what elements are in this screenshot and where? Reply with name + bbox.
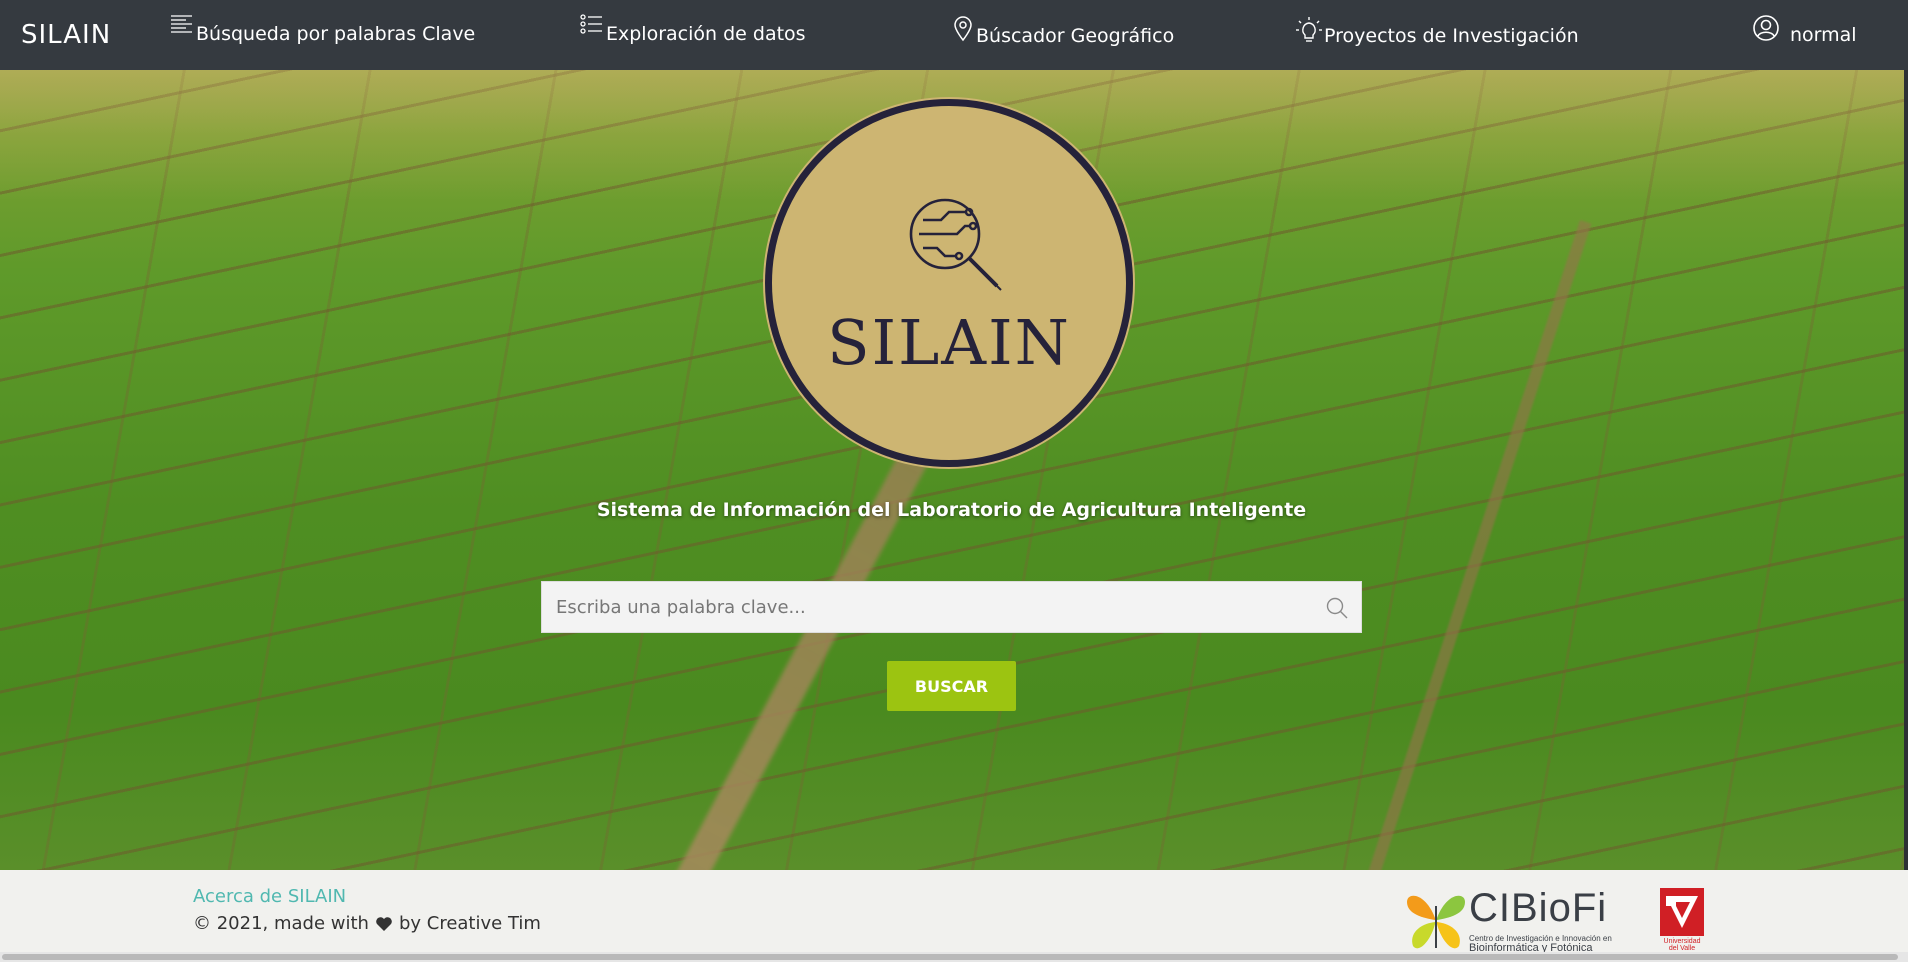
user-name: normal: [1790, 24, 1857, 46]
logo-wordmark: SILAIN: [827, 306, 1071, 379]
user-menu[interactable]: normal: [1752, 14, 1857, 54]
brand-logo-link[interactable]: SILAIN: [21, 20, 111, 50]
footer: Acerca de SILAIN © 2021, made with by Cr…: [0, 870, 1908, 962]
nav-data-exploration-label: Exploración de datos: [606, 23, 806, 45]
search-icon[interactable]: [1325, 596, 1349, 624]
copyright: © 2021, made with by Creative Tim: [193, 913, 541, 934]
univalle-name-1: Universidad: [1663, 938, 1701, 945]
search-box: [541, 581, 1362, 633]
list-icon: [580, 14, 604, 54]
heart-icon: [375, 916, 393, 932]
univalle-emblem-icon: [1660, 888, 1704, 940]
magnifier-circuit-icon: [907, 196, 1007, 300]
about-link[interactable]: Acerca de SILAIN: [193, 886, 346, 907]
site-subtitle: Sistema de Información del Laboratorio d…: [596, 499, 1307, 521]
copyright-prefix: © 2021, made with: [193, 913, 369, 934]
user-circle-icon: [1752, 14, 1780, 54]
cibiofi-name: CIBioFi: [1469, 886, 1608, 930]
nav-geo-search-label: Búscador Geográfico: [976, 25, 1175, 47]
nav-keyword-search-label: Búsqueda por palabras Clave: [196, 23, 476, 45]
lightbulb-icon: [1296, 16, 1322, 56]
silain-logo: SILAIN: [765, 99, 1133, 467]
horizontal-scrollbar-thumb[interactable]: [2, 954, 1898, 960]
univalle-logo: Universidad del Valle: [1658, 888, 1706, 952]
nav-research-projects-label: Proyectos de Investigación: [1324, 25, 1579, 47]
horizontal-scrollbar[interactable]: [0, 952, 1908, 962]
copyright-suffix: by Creative Tim: [398, 913, 541, 934]
vertical-scrollbar[interactable]: [1904, 70, 1908, 870]
map-pin-icon: [952, 16, 974, 56]
cibiofi-logo: CIBioFi Centro de Investigación e Innova…: [1405, 886, 1625, 954]
butterfly-icon: [1405, 888, 1467, 958]
keyword-search-input[interactable]: [542, 582, 1330, 632]
text-lines-icon: [170, 14, 194, 54]
nav-geo-search[interactable]: Búscador Geográfico: [952, 16, 1174, 56]
search-button[interactable]: BUSCAR: [887, 661, 1016, 711]
top-navbar: SILAIN Búsqueda por palabras Clave Explo…: [0, 0, 1908, 70]
nav-keyword-search[interactable]: Búsqueda por palabras Clave: [170, 14, 475, 54]
nav-research-projects[interactable]: Proyectos de Investigación: [1296, 16, 1579, 56]
univalle-name-2: del Valle: [1668, 945, 1696, 952]
nav-data-exploration[interactable]: Exploración de datos: [580, 14, 806, 54]
